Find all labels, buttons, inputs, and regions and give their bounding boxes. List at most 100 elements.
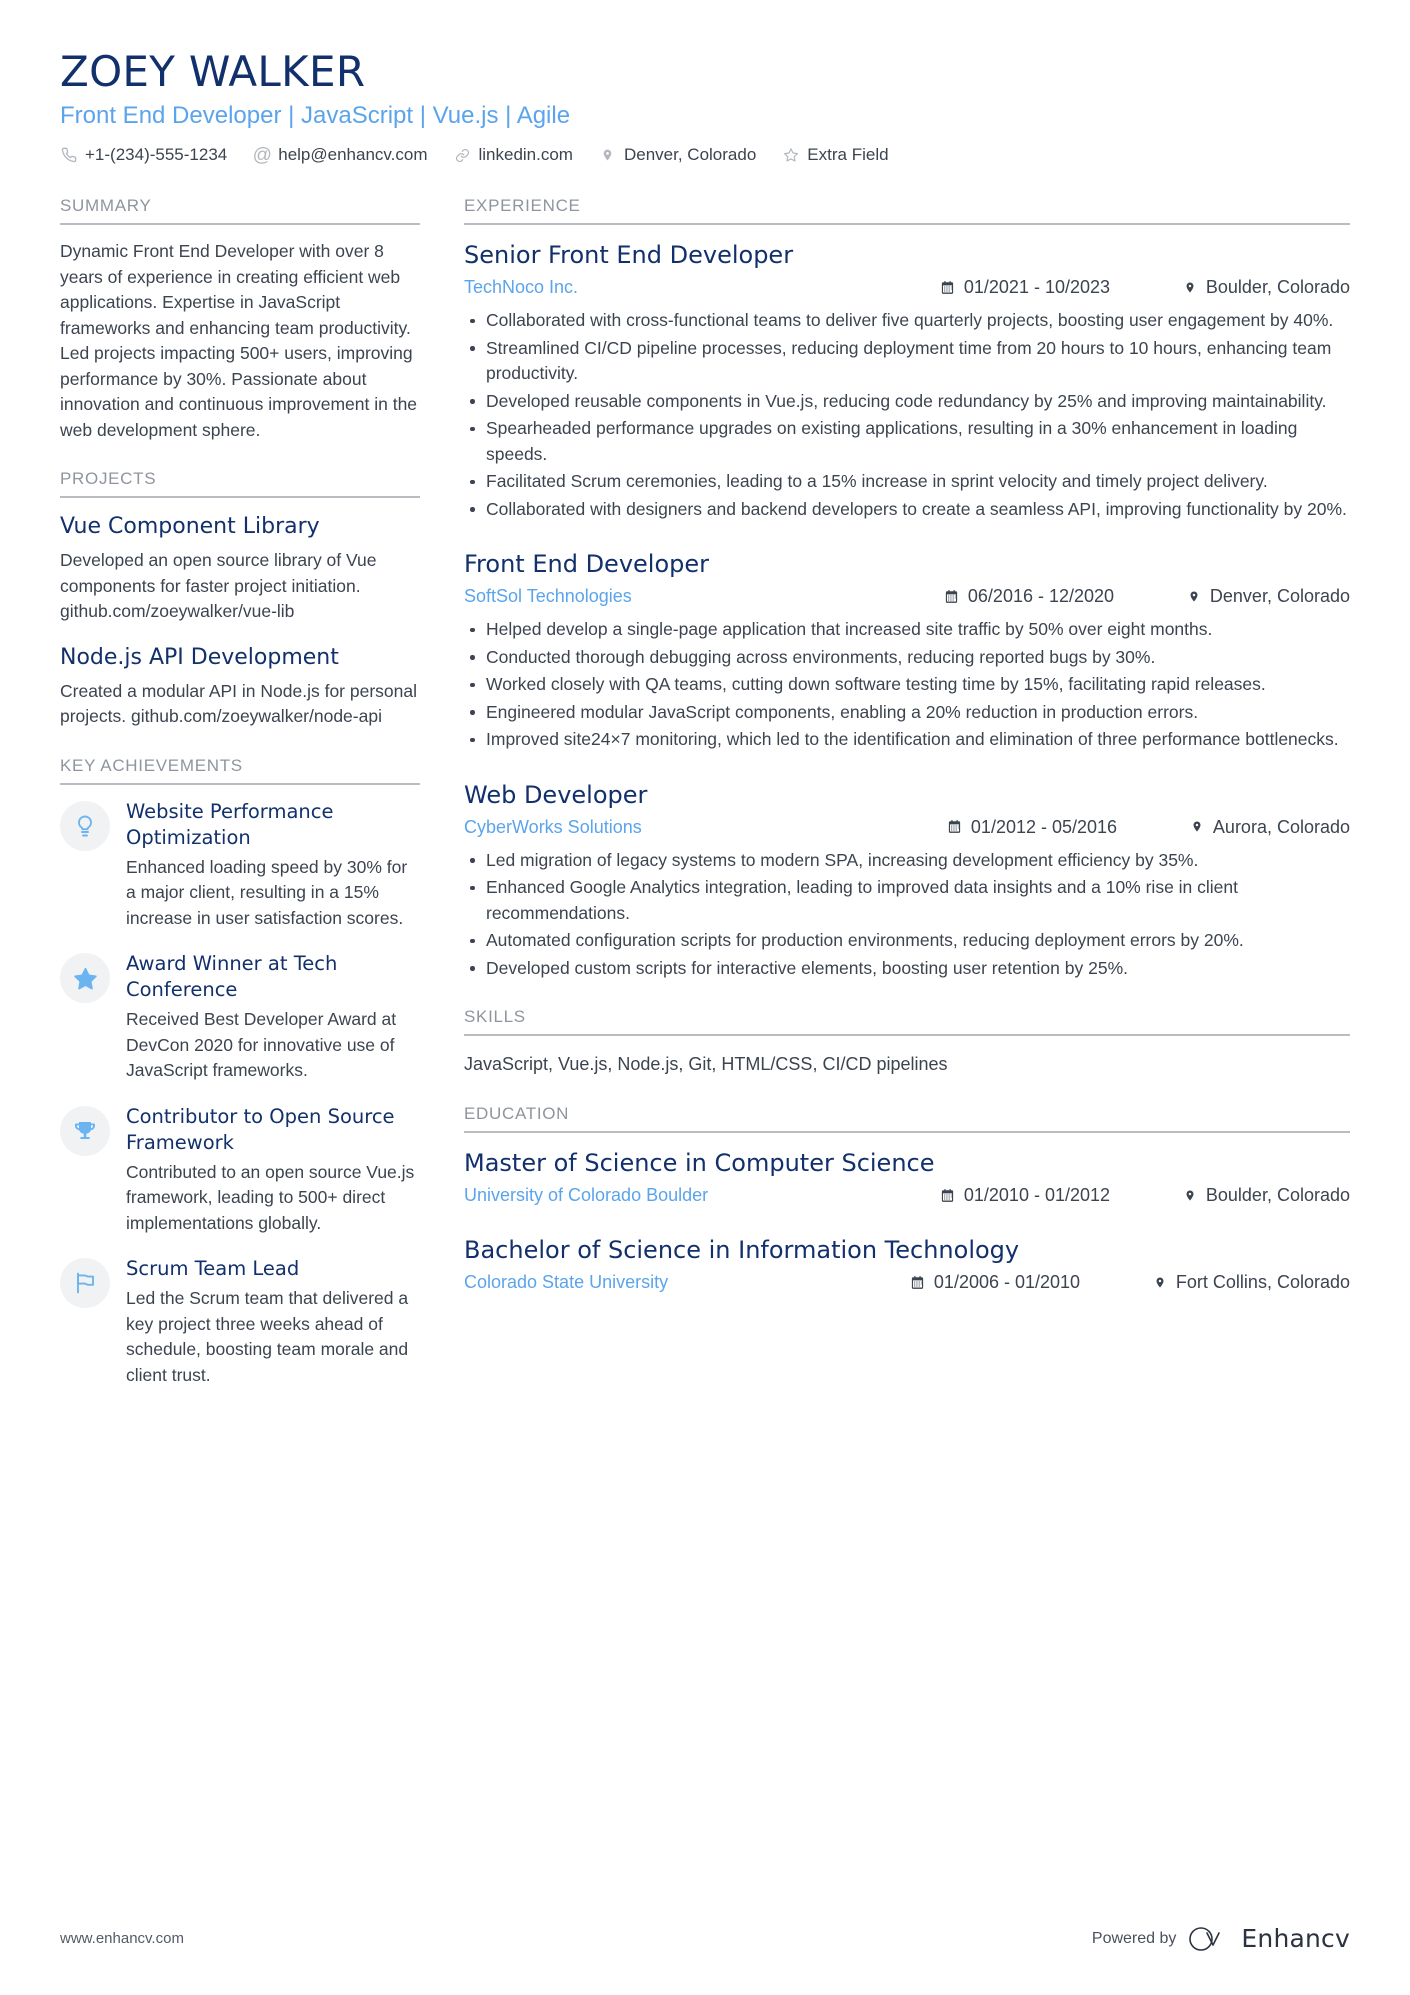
contact-phone[interactable]: +1-(234)-555-1234 [60, 144, 227, 166]
job-location-text: Boulder, Colorado [1205, 277, 1350, 297]
achievement-body: Award Winner at Tech Conference Received… [126, 951, 420, 1084]
education-location: Fort Collins, Colorado [1152, 1269, 1350, 1295]
job-bullet: Facilitated Scrum ceremonies, leading to… [464, 469, 1350, 495]
section-projects: PROJECTS Vue Component Library Developed… [60, 469, 420, 730]
contact-extra-field: Extra Field [782, 144, 889, 166]
experience-item: Web Developer CyberWorks Solutions 01/20… [464, 779, 1350, 982]
location-pin-icon [1189, 819, 1205, 835]
job-company: CyberWorks Solutions [464, 816, 642, 837]
project-description: Created a modular API in Node.js for per… [60, 680, 417, 727]
footer-website[interactable]: www.enhancv.com [60, 1930, 184, 1947]
job-meta: SoftSol Technologies 06/2016 - 12/2020 D… [464, 583, 1350, 609]
job-role: Senior Front End Developer [464, 241, 794, 269]
job-dates-text: 01/2021 - 10/2023 [963, 277, 1111, 297]
job-bullet: Improved site24×7 monitoring, which led … [464, 727, 1350, 753]
achievement-item: Website Performance Optimization Enhance… [60, 799, 420, 932]
footer-brand: Powered by Enhancv [1092, 1924, 1350, 1953]
summary-section-title: SUMMARY [60, 196, 420, 225]
calendar-icon [940, 279, 956, 295]
achievement-description: Received Best Developer Award at DevCon … [126, 1009, 397, 1080]
job-bullet: Helped develop a single-page application… [464, 617, 1350, 643]
flag-icon [60, 1258, 110, 1308]
job-company: TechNoco Inc. [464, 277, 579, 297]
school-name: Colorado State University [464, 1272, 669, 1292]
location-pin-icon [1182, 1187, 1198, 1203]
star-icon [60, 953, 110, 1003]
degree-title: Master of Science in Computer Science [464, 1149, 935, 1177]
job-bullet: Conducted thorough debugging across envi… [464, 645, 1350, 671]
job-role: Web Developer [464, 780, 648, 809]
location-pin-icon [1152, 1274, 1168, 1290]
job-bullet: Led migration of legacy systems to moder… [464, 848, 1350, 874]
contact-linkedin-text: linkedin.com [478, 145, 573, 164]
job-location-text: Denver, Colorado [1209, 586, 1350, 606]
contact-location: Denver, Colorado [599, 144, 756, 166]
right-column: EXPERIENCE Senior Front End Developer Te… [464, 196, 1350, 1321]
contact-linkedin[interactable]: linkedin.com [453, 144, 573, 166]
link-icon [453, 146, 471, 164]
contact-email-text: help@enhancv.com [278, 145, 428, 164]
achievements-section-title: KEY ACHIEVEMENTS [60, 756, 420, 785]
job-bullet: Engineered modular JavaScript components… [464, 700, 1350, 726]
project-title: Vue Component Library [60, 514, 320, 539]
job-bullet: Streamlined CI/CD pipeline processes, re… [464, 336, 1350, 387]
project-item: Node.js API Development Created a modula… [60, 643, 420, 730]
experience-section-title: EXPERIENCE [464, 196, 1350, 225]
calendar-icon [940, 1187, 956, 1203]
job-dates-text: 06/2016 - 12/2020 [967, 586, 1115, 606]
experience-item: Front End Developer SoftSol Technologies… [464, 548, 1350, 753]
achievement-description: Led the Scrum team that delivered a key … [126, 1288, 409, 1385]
enhancv-wordmark: Enhancv [1241, 1924, 1350, 1953]
achievement-title: Scrum Team Lead [126, 1257, 300, 1280]
powered-by-label: Powered by [1091, 1929, 1177, 1947]
job-location: Denver, Colorado [1186, 583, 1350, 609]
education-dates-text: 01/2010 - 01/2012 [963, 1185, 1111, 1205]
job-bullets: Collaborated with cross-functional teams… [464, 308, 1350, 522]
achievement-item: Contributor to Open Source Framework Con… [60, 1104, 420, 1237]
experience-item: Senior Front End Developer TechNoco Inc.… [464, 239, 1350, 522]
achievement-body: Website Performance Optimization Enhance… [126, 799, 420, 932]
section-education: EDUCATION Master of Science in Computer … [464, 1104, 1350, 1295]
project-description: Developed an open source library of Vue … [60, 550, 377, 621]
job-bullets: Helped develop a single-page application… [464, 617, 1350, 753]
job-dates: 01/2021 - 10/2023 [940, 274, 1154, 300]
education-location-text: Boulder, Colorado [1205, 1185, 1350, 1205]
education-location: Boulder, Colorado [1182, 1182, 1350, 1208]
job-location: Aurora, Colorado [1189, 814, 1350, 840]
achievement-title: Website Performance Optimization [126, 799, 334, 849]
page-footer: www.enhancv.com Powered by Enhancv [60, 1924, 1350, 1953]
education-item: Master of Science in Computer Science Un… [464, 1147, 1350, 1208]
candidate-headline: Front End Developer | JavaScript | Vue.j… [60, 102, 571, 129]
education-meta: Colorado State University 01/2006 - 01/2… [464, 1269, 1350, 1295]
lightbulb-icon [60, 800, 110, 851]
resume-header: ZOEY WALKER Front End Developer | JavaSc… [60, 46, 1350, 170]
skills-text: JavaScript, Vue.js, Node.js, Git, HTML/C… [464, 1054, 948, 1074]
job-bullet: Worked closely with QA teams, cutting do… [464, 672, 1350, 698]
job-dates: 06/2016 - 12/2020 [944, 583, 1158, 609]
location-pin-icon [1182, 279, 1198, 295]
skills-section-title: SKILLS [464, 1007, 1350, 1036]
job-bullet: Collaborated with cross-functional teams… [464, 308, 1350, 334]
candidate-name: ZOEY WALKER [60, 47, 366, 96]
achievement-item: Scrum Team Lead Led the Scrum team that … [60, 1256, 420, 1388]
education-dates: 01/2006 - 01/2010 [910, 1269, 1124, 1295]
job-bullet: Enhanced Google Analytics integration, l… [464, 875, 1350, 926]
calendar-icon [947, 819, 963, 835]
contact-phone-text: +1-(234)-555-1234 [85, 145, 228, 164]
left-column: SUMMARY Dynamic Front End Developer with… [60, 196, 464, 1414]
section-skills: SKILLS JavaScript, Vue.js, Node.js, Git,… [464, 1007, 1350, 1078]
location-pin-icon [599, 146, 617, 164]
job-company: SoftSol Technologies [464, 586, 632, 606]
section-summary: SUMMARY Dynamic Front End Developer with… [60, 196, 420, 443]
education-dates-text: 01/2006 - 01/2010 [933, 1272, 1081, 1292]
job-bullet: Collaborated with designers and backend … [464, 497, 1350, 523]
job-bullet: Automated configuration scripts for prod… [464, 928, 1350, 954]
job-bullets: Led migration of legacy systems to moder… [464, 848, 1350, 982]
job-location: Boulder, Colorado [1182, 274, 1350, 300]
enhancv-logo: Enhancv [1188, 1924, 1350, 1953]
achievement-title: Contributor to Open Source Framework [126, 1104, 395, 1154]
job-bullet: Developed reusable components in Vue.js,… [464, 389, 1350, 415]
summary-text: Dynamic Front End Developer with over 8 … [60, 241, 418, 440]
contact-email[interactable]: @ help@enhancv.com [253, 144, 428, 166]
job-role: Front End Developer [464, 550, 710, 578]
